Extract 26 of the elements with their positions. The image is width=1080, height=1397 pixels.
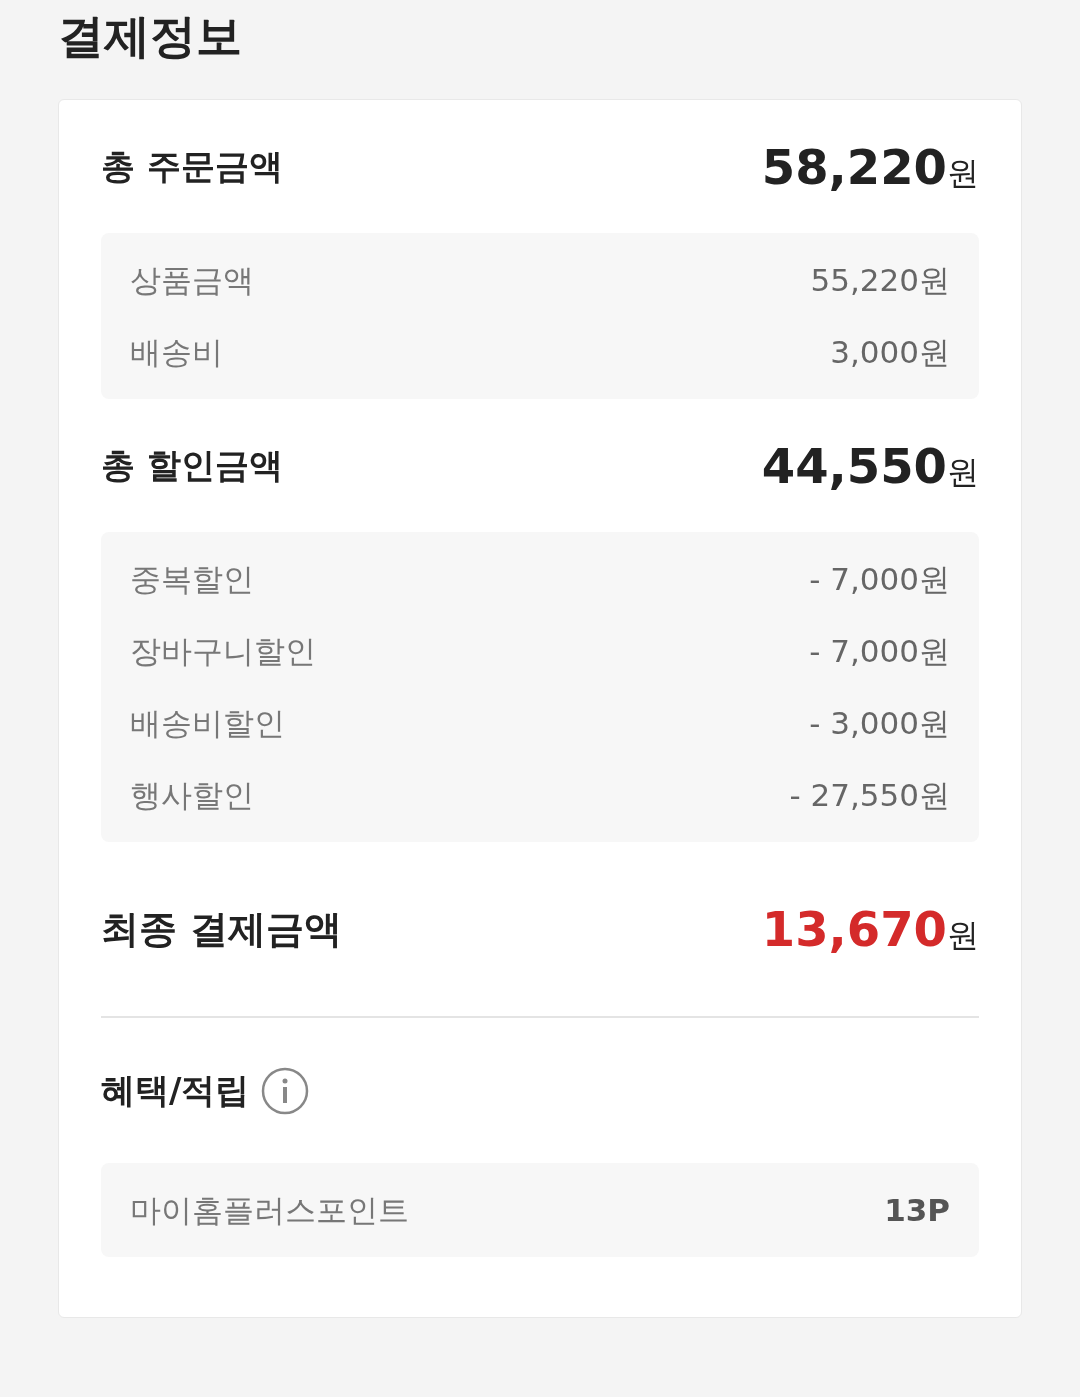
detail-label: 중복할인 <box>130 559 254 599</box>
detail-label: 배송비할인 <box>130 703 285 743</box>
info-icon[interactable] <box>261 1066 310 1115</box>
detail-value: - 7,000원 <box>809 631 950 671</box>
section-label: 최종 결제금액 <box>101 905 343 953</box>
section-label: 총 할인금액 <box>101 444 283 487</box>
detail-value: - 7,000원 <box>809 559 950 599</box>
amount-value: 58,220 <box>761 137 947 197</box>
detail-label: 상품금액 <box>130 260 254 300</box>
page-title: 결제정보 <box>58 7 243 65</box>
detail-label: 배송비 <box>130 332 223 372</box>
amount-value: 13,670 <box>761 900 947 959</box>
detail-value: 13P <box>884 1190 950 1230</box>
currency-unit: 원 <box>947 915 979 956</box>
currency-unit: 원 <box>947 451 979 493</box>
currency-unit: 원 <box>947 152 979 194</box>
detail-value: 3,000원 <box>830 332 950 372</box>
detail-value: 55,220원 <box>810 260 950 300</box>
detail-value: - 27,550원 <box>789 775 950 815</box>
detail-label: 장바구니할인 <box>130 631 316 671</box>
section-label: 혜택/적립 <box>101 1069 250 1112</box>
amount-value: 44,550 <box>761 436 947 496</box>
detail-value: - 3,000원 <box>809 703 950 743</box>
detail-label: 마이홈플러스포인트 <box>130 1190 409 1230</box>
section-label: 총 주문금액 <box>101 145 283 188</box>
detail-label: 행사할인 <box>130 775 254 815</box>
